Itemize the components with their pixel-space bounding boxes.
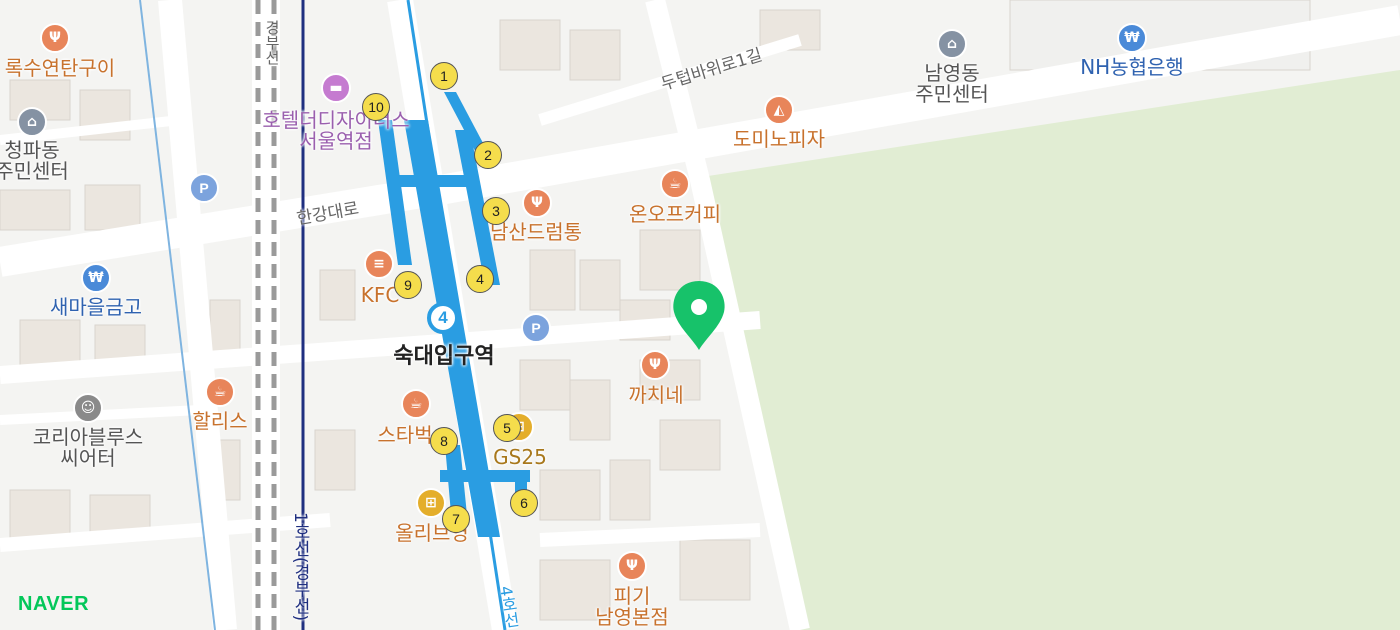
poi-label-namyeong[interactable]: 남영동 주민센터 xyxy=(915,63,989,105)
poi-label-saemaeul[interactable]: 새마을금고 xyxy=(50,297,142,318)
poi-label-gs25[interactable]: GS25 xyxy=(493,447,547,468)
bank-icon-nh[interactable]: ₩ xyxy=(1117,23,1147,53)
restaurant-icon-pigi[interactable]: Ψ xyxy=(617,551,647,581)
station-exit-7[interactable]: 7 xyxy=(442,505,470,533)
restaurant-icon[interactable]: Ψ xyxy=(40,23,70,53)
government-office-icon-namyeong[interactable]: ⌂ xyxy=(937,29,967,59)
cafe-icon[interactable]: ☕ xyxy=(205,377,235,407)
theater-icon[interactable]: ☺ xyxy=(73,393,103,423)
station-exit-5[interactable]: 5 xyxy=(493,414,521,442)
station-exit-8[interactable]: 8 xyxy=(430,427,458,455)
station-exit-3[interactable]: 3 xyxy=(482,197,510,225)
bank-icon[interactable]: ₩ xyxy=(81,263,111,293)
poi-label-namsan[interactable]: 남산드럼통 xyxy=(490,222,582,243)
cafe-icon-starbucks[interactable]: ☕ xyxy=(401,389,431,419)
poi-label-hollys[interactable]: 할리스 xyxy=(192,411,247,432)
hotel-icon[interactable]: ▬ xyxy=(321,73,351,103)
station-exit-10[interactable]: 10 xyxy=(362,93,390,121)
station-exit-4[interactable]: 4 xyxy=(466,265,494,293)
parking-icon[interactable]: P xyxy=(189,173,219,203)
poi-label-cheongpa[interactable]: 청파동 주민센터 xyxy=(0,140,69,182)
poi-label-pigi[interactable]: 피기 남영본점 xyxy=(595,586,669,628)
parking-icon-2[interactable]: P xyxy=(521,313,551,343)
rail-label-gyeongbu: 경부선 xyxy=(263,20,281,65)
poi-label-domino[interactable]: 도미노피자 xyxy=(733,129,825,150)
poi-label-onof[interactable]: 온오프커피 xyxy=(629,204,721,225)
poi-label-nh[interactable]: NH농협은행 xyxy=(1080,57,1184,78)
poi-label-starbucks[interactable]: 스타벅 xyxy=(377,425,432,446)
government-office-icon[interactable]: ⌂ xyxy=(17,107,47,137)
map-canvas[interactable]: Ψ ⌂ P ₩ ☕ ☺ ▬ ≡ ☕ ⊞ ⊞ Ψ P ☕ Ψ Ψ ◭ ⌂ ₩ 록수… xyxy=(0,0,1400,630)
poi-label-korea-blues[interactable]: 코리아블루스 씨어터 xyxy=(33,427,143,469)
station-exit-9[interactable]: 9 xyxy=(394,271,422,299)
station-exit-2[interactable]: 2 xyxy=(474,141,502,169)
restaurant-icon-kkachi[interactable]: Ψ xyxy=(640,350,670,380)
store-icon-oliveyoung[interactable]: ⊞ xyxy=(416,488,446,518)
map-base xyxy=(0,0,1400,630)
fast-food-icon[interactable]: ≡ xyxy=(364,249,394,279)
poi-label-hotel[interactable]: 호텔더디자이너스 서울역점 xyxy=(262,110,409,152)
poi-label-kkachi[interactable]: 까치네 xyxy=(628,385,683,406)
station-exit-1[interactable]: 1 xyxy=(430,62,458,90)
line4-badge[interactable]: 4 xyxy=(427,302,459,334)
rail-label-line1: 1호선(경부선) xyxy=(290,512,310,622)
restaurant-icon-namsan[interactable]: Ψ xyxy=(522,188,552,218)
station-exit-6[interactable]: 6 xyxy=(510,489,538,517)
cafe-icon-onof[interactable]: ☕ xyxy=(660,169,690,199)
pizza-icon[interactable]: ◭ xyxy=(764,95,794,125)
naver-logo: NAVER xyxy=(18,593,90,615)
poi-label-rogsu[interactable]: 록수연탄구이 xyxy=(5,58,115,79)
station-name[interactable]: 숙대입구역 xyxy=(393,345,494,368)
